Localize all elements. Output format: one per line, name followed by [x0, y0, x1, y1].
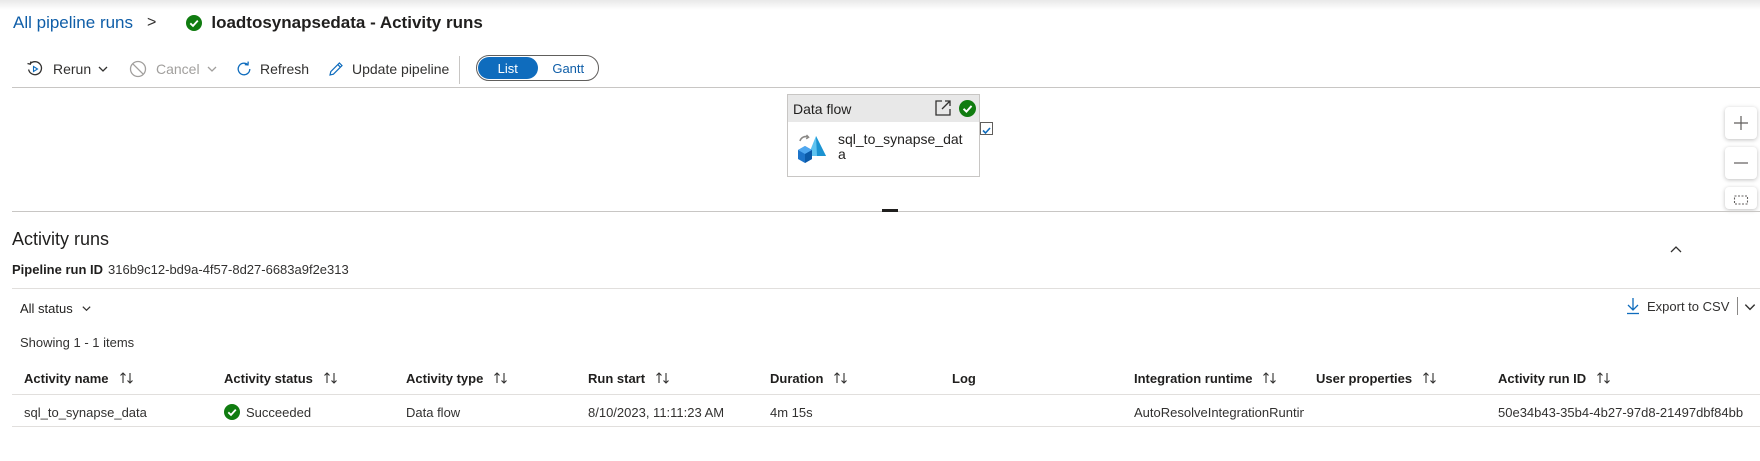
panel-resize-handle[interactable] — [882, 209, 898, 212]
cell-integration-runtime: AutoResolveIntegrationRuntime — [1134, 404, 1304, 420]
status-text: Succeeded — [246, 404, 312, 420]
top-shadow — [0, 0, 1760, 10]
cell-activity-run-id: 50e34b43-35b4-4b27-97d8-21497dbf84bb — [1498, 404, 1744, 420]
column-header-duration[interactable]: Duration — [770, 368, 849, 388]
refresh-label: Refresh — [260, 60, 310, 77]
breadcrumb: All pipeline runs > loadtosynapsedata - … — [13, 10, 483, 36]
divider-line — [12, 288, 1760, 289]
chevron-down-icon — [82, 305, 91, 311]
sort-icon — [1423, 372, 1436, 384]
list-view-toggle[interactable]: List — [478, 57, 538, 79]
zoom-out-icon — [1734, 162, 1748, 164]
zoom-in-button[interactable] — [1725, 107, 1757, 139]
column-header-label: Activity type — [406, 370, 484, 386]
column-header-integration-runtime[interactable]: Integration runtime — [1134, 368, 1278, 388]
sort-icon — [834, 372, 848, 384]
fit-to-screen-button[interactable] — [1725, 187, 1757, 209]
column-header-activity-status[interactable]: Activity status — [224, 368, 339, 388]
column-header-activity-run-id[interactable]: Activity run ID — [1498, 368, 1612, 388]
activity-runs-heading: Activity runs — [12, 229, 110, 249]
cell-duration: 4m 15s — [770, 404, 813, 420]
sort-icon — [1597, 372, 1611, 384]
column-header-label: Integration runtime — [1134, 370, 1253, 386]
breadcrumb-separator: > — [147, 14, 157, 31]
rerun-icon — [27, 60, 43, 75]
sort-icon — [119, 372, 133, 384]
cell-activity-type: Data flow — [406, 404, 461, 420]
toolbar-divider — [459, 56, 460, 84]
export-to-csv-label: Export to CSV — [1647, 298, 1730, 314]
zoom-in-icon — [1734, 116, 1748, 130]
chevron-down-icon[interactable] — [1743, 300, 1757, 314]
status-filter-label: All status — [20, 300, 73, 316]
chevron-down-icon — [98, 66, 108, 72]
cell-log — [952, 403, 1122, 421]
chevron-up-icon[interactable] — [1668, 242, 1684, 258]
rerun-button[interactable]: Rerun — [26, 50, 109, 87]
update-pipeline-button[interactable]: Update pipeline — [327, 50, 449, 87]
data-flow-icon — [798, 134, 826, 163]
rerun-label: Rerun — [53, 60, 92, 77]
edit-pencil-icon — [329, 61, 343, 76]
cell-activity-name[interactable]: sql_to_synapse_data — [24, 403, 214, 421]
activity-type-label: Data flow — [793, 100, 852, 117]
sort-icon — [323, 372, 337, 384]
column-header-label: Activity name — [24, 370, 109, 386]
download-icon — [1627, 298, 1639, 315]
success-check-icon — [224, 404, 240, 420]
toolbar: Rerun Cancel Refresh Update pipeline — [0, 50, 1760, 87]
refresh-icon — [237, 61, 251, 75]
column-header-label: Activity run ID — [1498, 370, 1587, 386]
all-pipeline-runs-link[interactable]: All pipeline runs — [13, 13, 133, 33]
view-toggle: List Gantt — [476, 55, 599, 81]
update-pipeline-label: Update pipeline — [352, 60, 450, 77]
pipeline-run-id-value: 316b9c12-bd9a-4f57-8d27-6683a9f2e313 — [108, 262, 349, 277]
success-check-icon — [186, 15, 203, 31]
export-divider — [1737, 297, 1738, 315]
activity-card[interactable]: Data flow sql_to_synapse_data — [787, 94, 980, 177]
export-to-csv-button[interactable]: Export to CSV — [1625, 295, 1729, 317]
activity-name: sql_to_synapse_data — [838, 131, 963, 162]
column-header-label: User properties — [1316, 370, 1413, 386]
column-header-user-properties[interactable]: User properties — [1316, 368, 1438, 388]
activity-card-body: sql_to_synapse_data — [788, 122, 979, 166]
zoom-out-button[interactable] — [1725, 147, 1757, 179]
fit-to-screen-icon — [1733, 195, 1749, 205]
chevron-down-icon — [207, 66, 217, 72]
column-header-activity-type[interactable]: Activity type — [406, 368, 509, 388]
activity-select-checkbox[interactable] — [980, 122, 993, 135]
column-header-run-start[interactable]: Run start — [588, 368, 671, 388]
sort-icon — [1263, 372, 1277, 384]
sort-icon — [494, 372, 508, 384]
activity-card-header: Data flow — [788, 95, 979, 122]
column-header-label: Duration — [770, 370, 824, 386]
pipeline-run-id-label: Pipeline run ID — [12, 262, 104, 277]
column-header-activity-name[interactable]: Activity name — [24, 368, 135, 388]
cell-run-start: 8/10/2023, 11:11:23 AM — [588, 404, 725, 420]
cancel-label: Cancel — [156, 60, 200, 77]
table-row[interactable]: sql_to_synapse_data Succeeded Data flow … — [12, 395, 1760, 427]
refresh-button[interactable]: Refresh — [235, 50, 309, 87]
cell-user-properties — [1316, 403, 1486, 421]
success-check-icon — [959, 100, 976, 117]
pipeline-run-id: Pipeline run ID 316b9c12-bd9a-4f57-8d27-… — [12, 262, 349, 277]
cancel-button[interactable]: Cancel — [129, 50, 218, 87]
column-header-label: Run start — [588, 370, 646, 386]
column-header-log: Log — [952, 368, 976, 388]
column-header-label: Activity status — [224, 370, 313, 386]
checkmark-icon — [982, 127, 991, 135]
items-count: Showing 1 - 1 items — [20, 335, 135, 350]
gantt-view-toggle[interactable]: Gantt — [539, 56, 599, 80]
open-external-icon[interactable] — [934, 99, 952, 117]
page-title: loadtosynapsedata - Activity runs — [211, 13, 483, 32]
cell-activity-status: Succeeded — [224, 403, 394, 421]
column-header-label: Log — [952, 370, 976, 386]
status-filter-dropdown[interactable]: All status — [20, 298, 92, 318]
sort-icon — [656, 372, 669, 384]
cancel-icon — [129, 60, 147, 77]
